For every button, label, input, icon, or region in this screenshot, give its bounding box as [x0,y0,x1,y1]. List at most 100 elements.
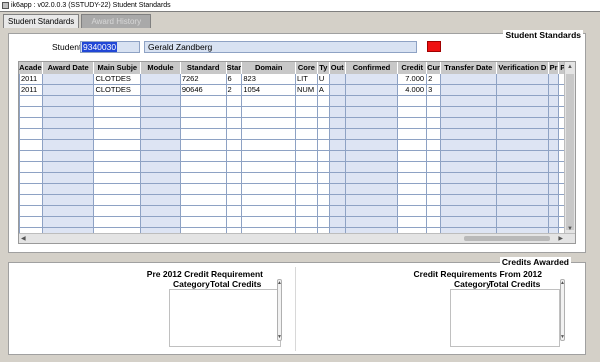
table-cell[interactable] [226,184,243,195]
red-action-button[interactable] [427,41,441,52]
table-cell[interactable] [180,195,227,206]
column-header[interactable]: Award Date [43,62,95,74]
column-header[interactable]: Out [330,62,346,74]
table-cell[interactable] [345,85,399,96]
table-cell[interactable] [329,107,346,118]
table-cell[interactable] [19,206,43,217]
table-cell[interactable] [440,195,497,206]
table-cell[interactable] [226,129,243,140]
table-cell[interactable] [94,118,142,129]
table-row[interactable] [19,217,575,228]
table-cell[interactable] [180,107,227,118]
column-header[interactable]: Pr [549,62,560,74]
table-cell[interactable] [19,96,43,107]
table-cell[interactable] [496,217,550,228]
table-cell[interactable]: A [317,85,330,96]
table-cell[interactable] [180,151,227,162]
table-cell[interactable] [329,173,346,184]
table-cell[interactable] [19,118,43,129]
table-cell[interactable] [329,206,346,217]
table-cell[interactable] [398,151,428,162]
column-header[interactable]: Ty [318,62,330,74]
table-cell[interactable] [42,173,95,184]
table-cell[interactable] [19,173,43,184]
table-cell[interactable] [242,195,296,206]
table-cell[interactable] [345,107,399,118]
table-cell[interactable] [94,173,142,184]
table-cell[interactable] [549,118,560,129]
table-cell[interactable] [19,140,43,151]
table-cell[interactable] [329,129,346,140]
table-cell[interactable] [440,118,497,129]
table-cell[interactable] [440,151,497,162]
table-cell[interactable] [226,162,243,173]
column-header[interactable]: Verification D [497,62,550,74]
table-cell[interactable] [19,107,43,118]
table-cell[interactable] [226,151,243,162]
table-cell[interactable] [242,173,296,184]
table-cell[interactable] [141,96,181,107]
table-cell[interactable] [180,118,227,129]
table-cell[interactable] [42,85,95,96]
table-cell[interactable] [19,195,43,206]
table-cell[interactable] [141,195,181,206]
scroll-up-arrow-icon[interactable]: ▲ [567,64,573,70]
table-cell[interactable] [427,206,441,217]
table-cell[interactable] [242,151,296,162]
table-cell[interactable] [242,96,296,107]
table-cell[interactable] [317,107,330,118]
table-cell[interactable] [345,173,399,184]
table-cell[interactable] [42,195,95,206]
table-cell[interactable] [317,151,330,162]
table-cell[interactable] [496,151,550,162]
table-row[interactable] [19,129,575,140]
table-cell[interactable]: 2011 [19,85,43,96]
table-cell[interactable] [180,162,227,173]
student-id-field[interactable]: 9340030 [80,41,140,53]
table-cell[interactable] [317,195,330,206]
table-cell[interactable] [329,118,346,129]
table-cell[interactable] [94,195,142,206]
table-cell[interactable] [440,162,497,173]
scroll-left-arrow-icon[interactable]: ◀ [21,235,26,242]
table-row[interactable] [19,140,575,151]
table-cell[interactable] [549,140,560,151]
table-cell[interactable] [398,107,428,118]
table-cell[interactable] [94,140,142,151]
column-header[interactable]: Credit [398,62,428,74]
table-row[interactable] [19,118,575,129]
table-cell[interactable]: CLOTDES [94,74,142,85]
table-cell[interactable] [496,184,550,195]
horizontal-scrollbar[interactable]: ◀ ▶ [19,233,575,243]
column-header[interactable]: Cur [427,62,441,74]
table-cell[interactable]: 2 [427,74,441,85]
table-cell[interactable] [317,118,330,129]
tab-award-history[interactable]: Award History [81,14,152,28]
table-cell[interactable] [398,140,428,151]
table-cell[interactable] [398,184,428,195]
table-cell[interactable] [42,140,95,151]
table-cell[interactable]: 2 [226,85,243,96]
table-cell[interactable] [427,118,441,129]
table-cell[interactable]: 7.000 [398,74,428,85]
table-cell[interactable] [242,129,296,140]
table-cell[interactable] [496,107,550,118]
table-row[interactable] [19,96,575,107]
table-cell[interactable] [180,129,227,140]
vertical-scrollbar[interactable]: ▲ ▼ [564,62,575,234]
table-cell[interactable] [242,206,296,217]
table-cell[interactable] [496,85,550,96]
table-cell[interactable] [242,162,296,173]
table-cell[interactable]: CLOTDES [94,85,142,96]
table-cell[interactable] [345,129,399,140]
table-cell[interactable] [329,195,346,206]
table-cell[interactable] [398,206,428,217]
table-cell[interactable] [345,74,399,85]
table-cell[interactable] [549,195,560,206]
table-cell[interactable] [296,107,318,118]
pre-2012-scrollbar[interactable]: ▲ ▼ [277,279,282,341]
table-cell[interactable] [317,129,330,140]
column-header[interactable]: Confirmed [346,62,399,74]
table-cell[interactable] [398,129,428,140]
table-cell[interactable] [94,217,142,228]
